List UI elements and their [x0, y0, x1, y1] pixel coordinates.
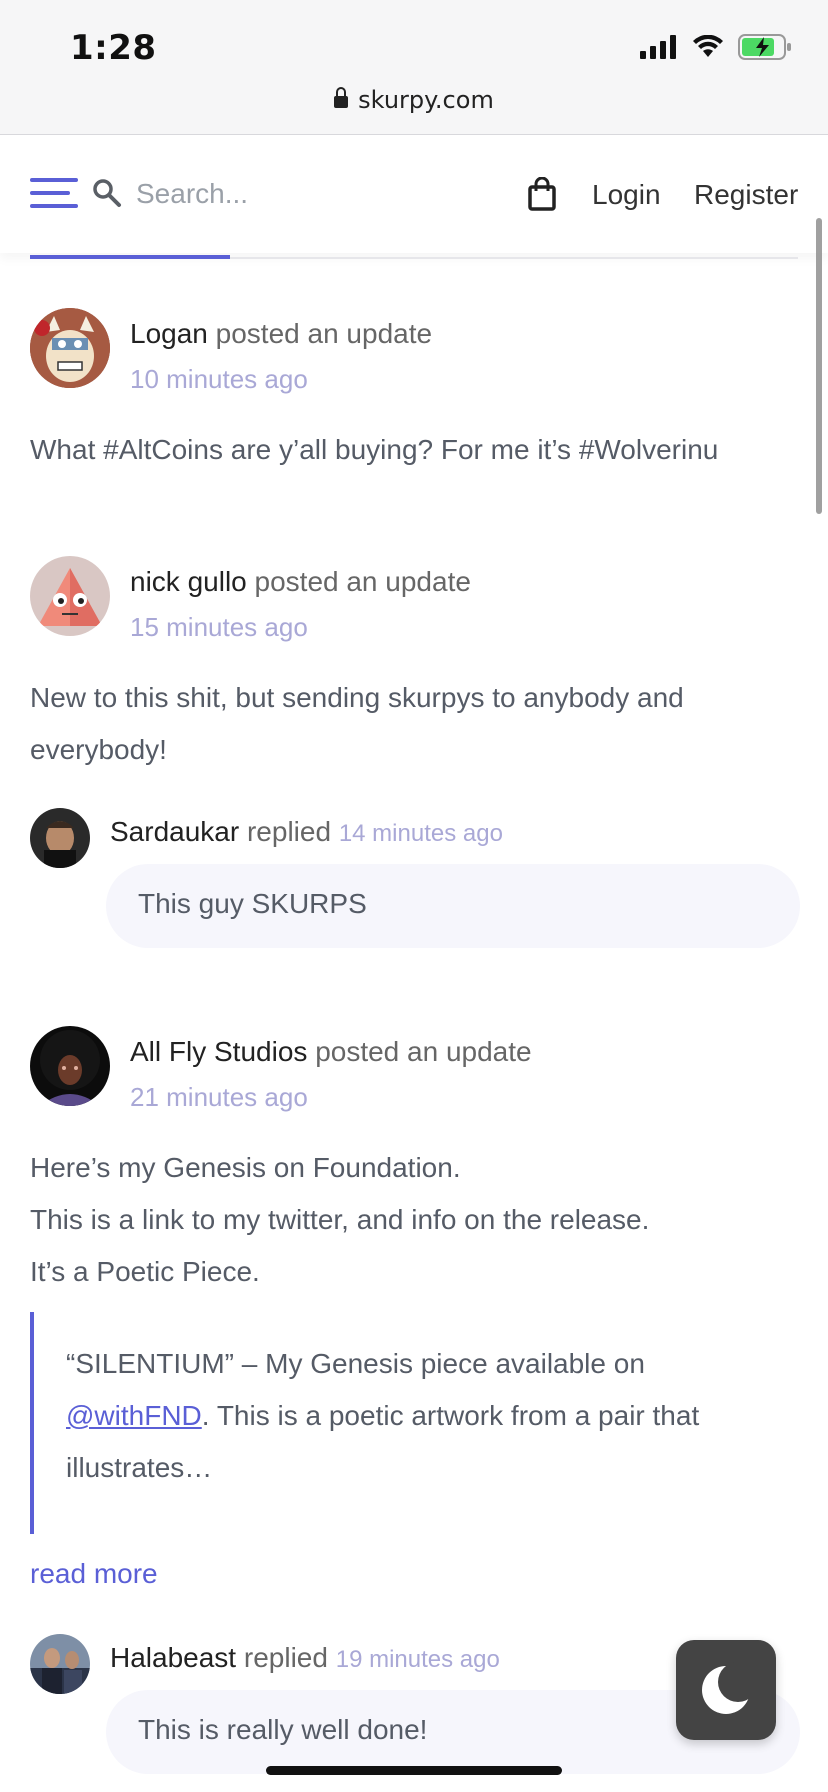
reply-header: Halabeast replied 19 minutes ago: [110, 1642, 500, 1674]
reply-author[interactable]: Sardaukar: [110, 816, 239, 847]
post-text-line: What #AltCoins are y’all buying? For me …: [30, 434, 719, 465]
read-more-link[interactable]: read more: [30, 1558, 158, 1590]
reply-header: Sardaukar replied 14 minutes ago: [110, 816, 503, 848]
post-action: posted an update: [254, 566, 471, 597]
link-preview-quote: “SILENTIUM” – My Genesis piece available…: [30, 1312, 800, 1534]
hamburger-menu-icon[interactable]: [30, 178, 78, 208]
post-header: All Fly Studios posted an update: [130, 1036, 532, 1068]
status-bar: 1:28 skurpy.com: [0, 0, 828, 135]
scrollbar[interactable]: [816, 218, 822, 514]
avatar[interactable]: [30, 808, 90, 868]
post-author[interactable]: nick gullo: [130, 566, 247, 597]
shopping-bag-icon[interactable]: [528, 177, 556, 211]
battery-icon: [738, 34, 791, 60]
post-text-line: everybody!: [30, 734, 167, 765]
register-link[interactable]: Register: [694, 179, 798, 211]
moon-icon: [702, 1662, 758, 1714]
dark-mode-toggle[interactable]: [676, 1640, 776, 1740]
avatar[interactable]: [30, 556, 110, 636]
login-link[interactable]: Login: [592, 179, 661, 211]
post-action: posted an update: [215, 318, 433, 349]
reply-timestamp[interactable]: 19 minutes ago: [336, 1646, 500, 1673]
post-timestamp[interactable]: 21 minutes ago: [130, 1082, 308, 1113]
quote-line: “SILENTIUM” – My Genesis piece available…: [66, 1348, 645, 1379]
wifi-icon: [693, 35, 723, 57]
reply-bubble: This guy SKURPS: [106, 864, 800, 948]
post-action: posted an update: [315, 1036, 532, 1067]
reply-action: replied: [243, 1642, 328, 1673]
post-timestamp[interactable]: 15 minutes ago: [130, 612, 308, 643]
home-indicator: [266, 1766, 562, 1775]
quote-line: @withFND. This is a poetic artwork from …: [66, 1390, 800, 1442]
url-text: skurpy.com: [358, 86, 494, 114]
url-bar[interactable]: skurpy.com: [0, 86, 828, 114]
post-header: Logan posted an update: [130, 318, 432, 350]
reply-action: replied: [246, 816, 332, 847]
reply-author[interactable]: Halabeast: [110, 1642, 236, 1673]
status-time: 1:28: [70, 28, 157, 68]
search-icon[interactable]: [92, 178, 122, 208]
reply-timestamp[interactable]: 14 minutes ago: [339, 820, 503, 847]
post-timestamp[interactable]: 10 minutes ago: [130, 364, 308, 395]
avatar[interactable]: [30, 1026, 110, 1106]
post-header: nick gullo posted an update: [130, 566, 471, 598]
tab-active-indicator: [30, 255, 230, 259]
lock-icon: [334, 87, 349, 108]
post-author[interactable]: All Fly Studios: [130, 1036, 307, 1067]
withfnd-link[interactable]: @withFND: [66, 1400, 202, 1431]
search-input[interactable]: [134, 171, 438, 217]
post-text-line: It’s a Poetic Piece.: [30, 1256, 260, 1287]
post-content: New to this shit, but sending skurpys to…: [30, 672, 684, 776]
post-text-line: Here’s my Genesis on Foundation.: [30, 1152, 461, 1183]
post-text-line: This is a link to my twitter, and info o…: [30, 1204, 650, 1235]
avatar[interactable]: [30, 308, 110, 388]
post-content: Here’s my Genesis on Foundation. This is…: [30, 1142, 649, 1298]
post-text-line: New to this shit, but sending skurpys to…: [30, 682, 684, 713]
system-icons: [640, 34, 792, 60]
post-author[interactable]: Logan: [130, 318, 208, 349]
post-content: What #AltCoins are y’all buying? For me …: [30, 424, 718, 476]
signal-icon: [640, 35, 676, 59]
site-header: Login Register: [0, 135, 828, 253]
avatar[interactable]: [30, 1634, 90, 1694]
quote-line-rest: . This is a poetic artwork from a pair t…: [201, 1400, 700, 1431]
quote-line: illustrates…: [66, 1452, 213, 1483]
